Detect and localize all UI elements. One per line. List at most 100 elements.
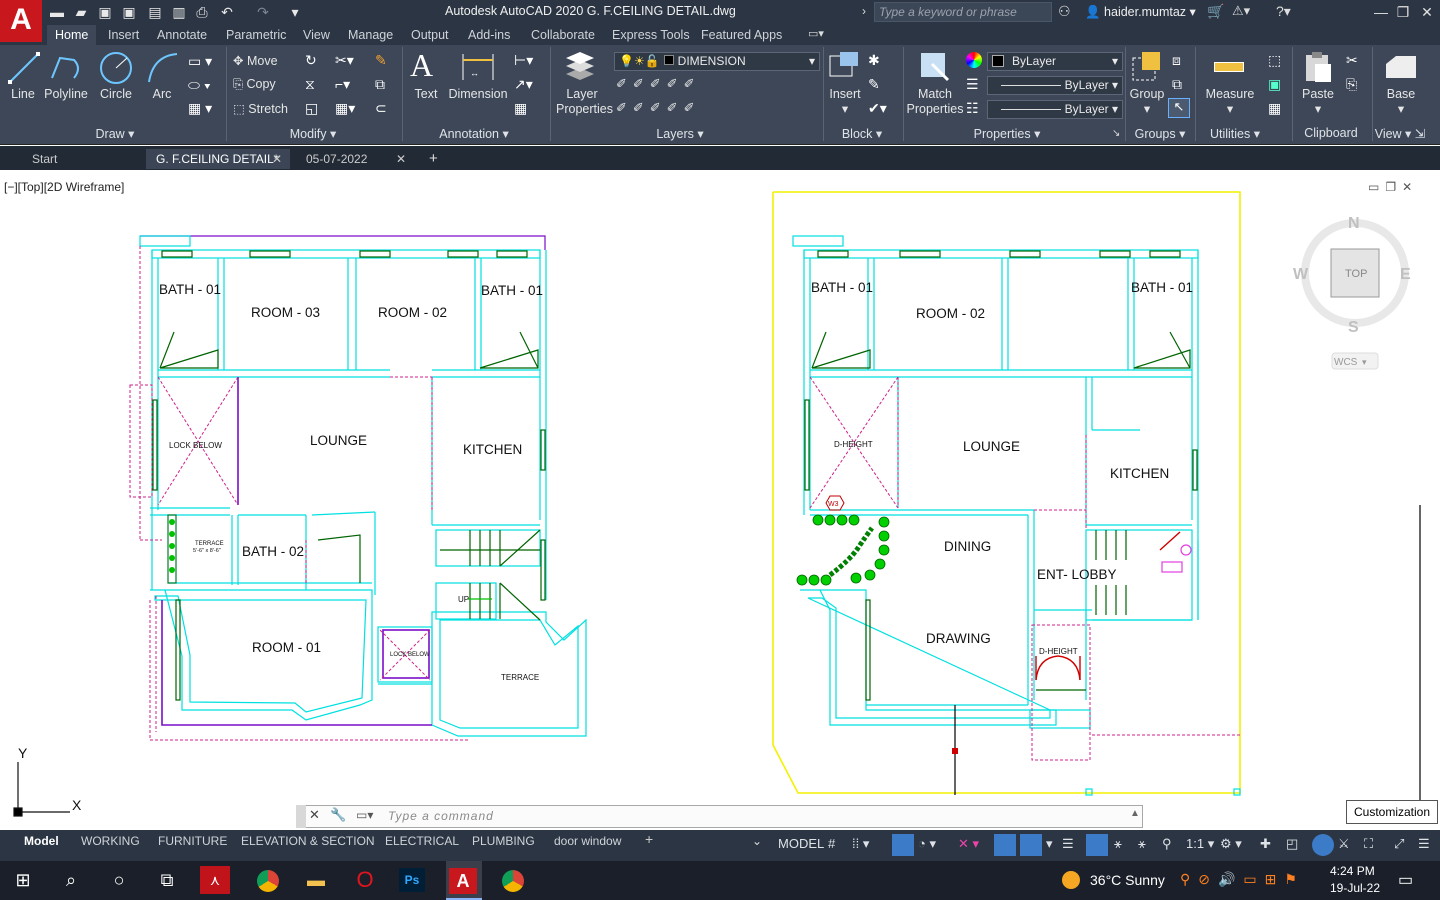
tray-icons[interactable]: ⚲⊘🔊▭⊞⚑ bbox=[1180, 871, 1305, 888]
attribute-icon[interactable]: ✔▾ bbox=[868, 100, 887, 117]
restore-icon[interactable]: ❐ bbox=[1392, 2, 1414, 22]
osnap-tracking-icon[interactable] bbox=[994, 834, 1016, 856]
command-input[interactable]: Type a command bbox=[388, 809, 494, 823]
layout-tab-working[interactable]: WORKING bbox=[81, 831, 140, 851]
cut-icon[interactable]: ✂ bbox=[1346, 52, 1358, 69]
arc-button[interactable]: Arc bbox=[145, 87, 179, 102]
copy-button[interactable]: ⎘ Copy bbox=[233, 77, 276, 92]
trim-icon[interactable]: ✂▾ bbox=[335, 52, 354, 69]
quick-select-icon[interactable]: ⬚ bbox=[1268, 52, 1281, 69]
scale-icon[interactable]: ◱ bbox=[305, 100, 318, 117]
autocad-taskbar-icon[interactable]: A bbox=[449, 868, 477, 894]
hardware-accel-icon[interactable]: ⚔ bbox=[1338, 836, 1350, 852]
viewcube-north[interactable]: N bbox=[1348, 215, 1360, 232]
isolate-objects-icon[interactable] bbox=[1312, 834, 1334, 856]
annotation-scale-value[interactable]: 1:1 ▾ bbox=[1186, 836, 1214, 852]
close-tab-icon[interactable]: ✕ bbox=[272, 149, 282, 169]
line-button[interactable]: Line bbox=[6, 87, 40, 102]
viewcube-top[interactable]: TOP bbox=[1345, 268, 1367, 280]
auto-scale-icon[interactable]: ⚹ bbox=[1138, 836, 1146, 852]
hatch-icon[interactable]: ⬭ ▾ bbox=[188, 77, 211, 94]
clock-date[interactable]: 19-Jul-22 bbox=[1330, 881, 1380, 895]
chrome-icon[interactable] bbox=[251, 864, 285, 896]
weather-text[interactable]: 36°C Sunny bbox=[1090, 872, 1165, 888]
snap-icon[interactable]: ⁞⁞ ▾ bbox=[852, 836, 869, 852]
close-icon[interactable]: ✕ bbox=[1416, 2, 1438, 22]
file-tab-ceiling-detail[interactable]: G. F.CEILING DETAIL* ✕ bbox=[146, 149, 290, 169]
erase-icon[interactable]: ✎ bbox=[375, 52, 387, 69]
windows-start-icon[interactable]: ⊞ bbox=[6, 864, 40, 896]
search-expand-icon[interactable]: › bbox=[862, 4, 866, 18]
file-tab-start[interactable]: Start bbox=[22, 149, 144, 169]
opera-icon[interactable]: O bbox=[348, 864, 382, 896]
draw-panel-title[interactable]: Draw ▾ bbox=[80, 126, 150, 142]
viewcube-west[interactable]: W bbox=[1293, 266, 1309, 283]
layout-tab-electrical[interactable]: ELECTRICAL bbox=[385, 831, 459, 851]
groups-panel-title[interactable]: Groups ▾ bbox=[1130, 126, 1190, 142]
command-close-icon[interactable]: ✕ bbox=[309, 807, 320, 823]
rectangle-icon[interactable]: ▭ ▾ bbox=[188, 53, 212, 70]
isodraft-icon[interactable]: ✕ ▾ bbox=[958, 836, 979, 852]
ungroup-icon[interactable]: ⧈ bbox=[1172, 52, 1181, 69]
layer-tools-row1-icon[interactable]: ✐✐✐✐✐ bbox=[616, 76, 700, 92]
tab-annotate[interactable]: Annotate bbox=[149, 25, 215, 45]
clipboard-panel-title[interactable]: Clipboard bbox=[1300, 126, 1362, 142]
save-web-icon[interactable]: ▥ bbox=[170, 3, 188, 21]
calculator-icon[interactable]: ▦ bbox=[1268, 100, 1281, 117]
osnap-menu-icon[interactable]: ▾ bbox=[1046, 836, 1053, 852]
a360-icon[interactable]: ⚠▾ bbox=[1232, 3, 1250, 19]
command-grip[interactable] bbox=[296, 805, 306, 828]
array-icon[interactable]: ▦▾ bbox=[335, 100, 355, 117]
tab-parametric[interactable]: Parametric bbox=[218, 25, 294, 45]
clock-time[interactable]: 4:24 PM bbox=[1330, 864, 1375, 878]
close-tab-icon[interactable]: ✕ bbox=[396, 149, 406, 169]
application-menu-button[interactable]: A bbox=[0, 0, 42, 42]
annotation-scale-icon[interactable]: ⚲ bbox=[1162, 836, 1172, 852]
offset-icon[interactable]: ⊂ bbox=[375, 100, 387, 117]
grid-icon[interactable]: # bbox=[828, 836, 835, 851]
tab-home[interactable]: Home bbox=[47, 25, 97, 45]
layout-tab-furniture[interactable]: FURNITURE bbox=[158, 831, 227, 851]
base-button[interactable]: Base ▾ bbox=[1380, 87, 1422, 117]
match-properties-button[interactable]: Match Properties bbox=[906, 87, 964, 117]
tab-view[interactable]: View bbox=[295, 25, 338, 45]
modify-panel-title[interactable]: Modify ▾ bbox=[278, 126, 348, 142]
ribbon-toggle-icon[interactable]: ▭▾ bbox=[808, 27, 824, 40]
layer-properties-button[interactable]: Layer Properties bbox=[556, 87, 613, 117]
clean-screen-icon[interactable]: ⛶ bbox=[1364, 836, 1373, 852]
region-icon[interactable]: ▦ ▾ bbox=[188, 100, 212, 117]
paste-button[interactable]: Paste ▾ bbox=[1298, 87, 1338, 117]
group-edit-icon[interactable]: ⧉ bbox=[1172, 76, 1182, 93]
properties-launcher-icon[interactable]: ↘ bbox=[1112, 128, 1120, 139]
annotation-visibility-icon[interactable]: ⚹ bbox=[1114, 836, 1122, 852]
layout-tab-plumbing[interactable]: PLUMBING bbox=[472, 831, 535, 851]
group-button[interactable]: Group ▾ bbox=[1128, 87, 1166, 117]
select-all-icon[interactable]: ▣ bbox=[1268, 76, 1281, 93]
lineweight-toggle-icon[interactable]: ☰ bbox=[1062, 836, 1074, 852]
layer-tools-row2-icon[interactable]: ✐✐✐✐✐ bbox=[616, 100, 700, 116]
tab-add-ins[interactable]: Add-ins bbox=[460, 25, 518, 45]
circle-button[interactable]: Circle bbox=[96, 87, 136, 102]
fullscreen-icon[interactable]: ⤢ bbox=[1394, 836, 1404, 852]
command-history-icon[interactable]: ▲ bbox=[1130, 808, 1140, 819]
undo-icon[interactable]: ↶ bbox=[218, 3, 236, 21]
help-icon[interactable]: ?▾ bbox=[1276, 3, 1291, 20]
rotate-icon[interactable]: ↻ bbox=[305, 52, 317, 69]
plus-icon[interactable]: ✚ bbox=[1260, 836, 1271, 852]
group-selection-icon[interactable]: ↖ bbox=[1168, 98, 1190, 118]
notifications-icon[interactable]: ▭ bbox=[1398, 870, 1413, 890]
recent-commands-icon[interactable]: ▭▾ bbox=[356, 808, 373, 822]
viewcube-south[interactable]: S bbox=[1348, 319, 1359, 336]
chrome-icon-2[interactable] bbox=[496, 864, 530, 896]
view-panel-title[interactable]: View ▾ ⇲ bbox=[1374, 126, 1426, 142]
layout-tab-door-window[interactable]: door window bbox=[554, 831, 621, 851]
move-button[interactable]: ✥ Move bbox=[233, 53, 278, 68]
customize-qat-icon[interactable]: ▾ bbox=[286, 3, 304, 21]
dimension-button[interactable]: Dimension bbox=[448, 87, 508, 102]
polyline-button[interactable]: Polyline bbox=[44, 87, 88, 102]
redo-icon[interactable]: ↷ bbox=[254, 3, 272, 21]
binoculars-icon[interactable]: ⚇ bbox=[1058, 3, 1071, 20]
multileader-icon[interactable]: ↗▾ bbox=[514, 76, 533, 93]
table-icon[interactable]: ▦ bbox=[514, 100, 527, 117]
status-overflow-icon[interactable]: ⌄ bbox=[752, 834, 762, 848]
